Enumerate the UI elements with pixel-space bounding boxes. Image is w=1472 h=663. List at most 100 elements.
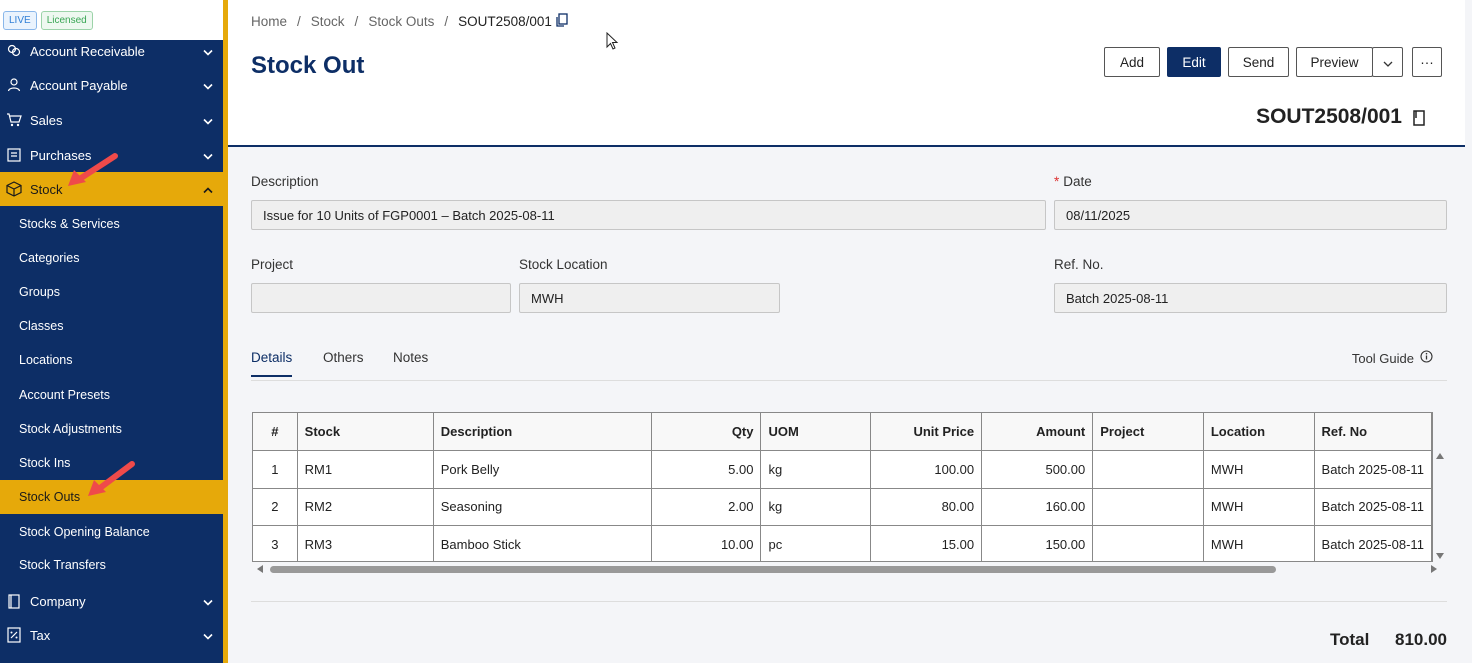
chevron-down-icon — [203, 113, 213, 128]
total-label: Total — [1330, 630, 1370, 649]
table-cell: Seasoning — [432, 487, 652, 526]
table-header-row: # Stock Description Qty UOM Unit Price A… — [253, 413, 1432, 451]
sidebar-item-company[interactable]: Company — [0, 584, 223, 618]
breadcrumb-current: SOUT2508/001 — [458, 14, 552, 29]
table-cell — [1092, 487, 1204, 526]
divider — [251, 601, 1447, 602]
table-cell: 2.00 — [650, 487, 762, 526]
sidebar-subitem-groups[interactable]: Groups — [0, 275, 223, 309]
cart-icon — [6, 112, 22, 128]
sidebar-item-label: Sales — [30, 112, 63, 128]
project-field[interactable] — [251, 283, 511, 313]
breadcrumb-separator: / — [444, 14, 449, 29]
sidebar-subitem-stock-opening-balance[interactable]: Stock Opening Balance — [0, 515, 223, 549]
chevron-up-icon — [203, 182, 213, 197]
edit-button[interactable]: Edit — [1167, 47, 1221, 77]
sidebar-item-account-payable[interactable]: Account Payable — [0, 68, 223, 102]
sidebar: LIVE Licensed Account Receivable Account… — [0, 0, 228, 663]
column-header[interactable]: # — [253, 413, 298, 451]
add-button[interactable]: Add — [1104, 47, 1160, 77]
annotation-arrow-icon — [68, 153, 118, 186]
ref-no-label: Ref. No. — [1054, 257, 1104, 272]
receipt-icon — [6, 147, 22, 163]
table-cell: MWH — [1202, 525, 1315, 561]
table-cell: Batch 2025-08-11 — [1313, 487, 1432, 526]
table-cell: 10.00 — [650, 525, 762, 561]
column-header[interactable]: UOM — [760, 413, 871, 451]
tab-notes[interactable]: Notes — [393, 350, 428, 365]
sidebar-subitem-locations[interactable]: Locations — [0, 343, 223, 377]
sidebar-subitem-account-presets[interactable]: Account Presets — [0, 378, 223, 412]
table-cell: RM3 — [296, 525, 434, 561]
column-header[interactable]: Project — [1092, 413, 1204, 451]
scrollbar-thumb[interactable] — [270, 566, 1276, 573]
column-header[interactable]: Location — [1202, 413, 1315, 451]
sidebar-subitem-stocks-services[interactable]: Stocks & Services — [0, 207, 223, 241]
copy-icon[interactable] — [556, 13, 568, 30]
page-header: Home / Stock / Stock Outs / SOUT2508/001… — [228, 0, 1465, 147]
total-value: 810.00 — [1395, 630, 1447, 649]
table-cell: MWH — [1202, 487, 1315, 526]
breadcrumb: Home / Stock / Stock Outs / SOUT2508/001 — [251, 13, 568, 30]
table-cell: kg — [760, 450, 871, 489]
sidebar-item-account-receivable[interactable]: Account Receivable — [0, 40, 223, 62]
table-cell: 2 — [253, 487, 298, 526]
more-options-button[interactable]: ··· — [1412, 47, 1442, 77]
table-row[interactable]: 3 RM3 Bamboo Stick 10.00 pc 15.00 150.00… — [253, 525, 1432, 561]
table-cell — [1092, 525, 1204, 561]
breadcrumb-separator: / — [297, 14, 301, 29]
mouse-cursor-icon — [606, 32, 619, 50]
table-cell: 100.00 — [869, 450, 983, 489]
description-field[interactable]: Issue for 10 Units of FGP0001 – Batch 20… — [251, 200, 1046, 230]
sidebar-item-label: Stock — [30, 181, 63, 197]
scroll-left-icon[interactable] — [256, 564, 264, 574]
sidebar-subitem-categories[interactable]: Categories — [0, 241, 223, 275]
breadcrumb-stock[interactable]: Stock — [311, 14, 345, 29]
table-cell: 160.00 — [981, 487, 1094, 526]
table-row[interactable]: 2 RM2 Seasoning 2.00 kg 80.00 160.00 MWH… — [253, 487, 1432, 526]
sidebar-top: LIVE Licensed — [0, 0, 223, 40]
table-cell: MWH — [1202, 450, 1315, 489]
vertical-scrollbar[interactable] — [1434, 450, 1446, 562]
tab-others[interactable]: Others — [323, 350, 364, 365]
sidebar-subitem-stock-transfers[interactable]: Stock Transfers — [0, 548, 223, 582]
table-cell: RM1 — [296, 450, 434, 489]
scroll-right-icon[interactable] — [1430, 564, 1438, 574]
sidebar-subitem-stock-adjustments[interactable]: Stock Adjustments — [0, 412, 223, 446]
sidebar-item-tax[interactable]: Tax — [0, 618, 223, 652]
table-row[interactable]: 1 RM1 Pork Belly 5.00 kg 100.00 500.00 M… — [253, 450, 1432, 489]
description-label: Description — [251, 174, 319, 189]
send-button[interactable]: Send — [1228, 47, 1289, 77]
preview-dropdown-button[interactable] — [1372, 47, 1403, 77]
table-cell: 15.00 — [869, 525, 983, 561]
project-label: Project — [251, 257, 294, 272]
breadcrumb-stock-outs[interactable]: Stock Outs — [368, 14, 434, 29]
tool-guide-label: Tool Guide — [1351, 350, 1414, 366]
sidebar-subitem-classes[interactable]: Classes — [0, 309, 223, 343]
table-cell: Batch 2025-08-11 — [1313, 450, 1432, 489]
column-header[interactable]: Unit Price — [869, 413, 983, 451]
column-header[interactable]: Description — [432, 413, 652, 451]
book-icon — [6, 593, 22, 609]
date-label: * Date — [1054, 174, 1092, 189]
column-header[interactable]: Qty — [650, 413, 762, 451]
ref-no-field[interactable]: Batch 2025-08-11 — [1054, 283, 1447, 313]
chevron-down-icon — [1383, 55, 1393, 70]
breadcrumb-home[interactable]: Home — [251, 14, 287, 29]
column-header[interactable]: Amount — [981, 413, 1094, 451]
column-header[interactable]: Ref. No — [1313, 413, 1432, 451]
person-icon — [6, 77, 22, 93]
tab-details[interactable]: Details — [251, 350, 293, 377]
table-cell: 5.00 — [650, 450, 762, 489]
document-icon[interactable] — [1413, 110, 1425, 131]
box-icon — [6, 181, 22, 197]
date-field[interactable]: 08/11/2025 — [1054, 200, 1447, 230]
column-header[interactable]: Stock — [296, 413, 434, 451]
stock-location-label: Stock Location — [519, 257, 608, 272]
stock-location-field[interactable]: MWH — [519, 283, 780, 313]
tool-guide-button[interactable]: Tool Guide — [1352, 350, 1433, 366]
details-grid: # Stock Description Qty UOM Unit Price A… — [252, 412, 1433, 562]
preview-button[interactable]: Preview — [1296, 47, 1373, 77]
horizontal-scrollbar[interactable] — [252, 562, 1446, 576]
sidebar-item-sales[interactable]: Sales — [0, 103, 223, 137]
